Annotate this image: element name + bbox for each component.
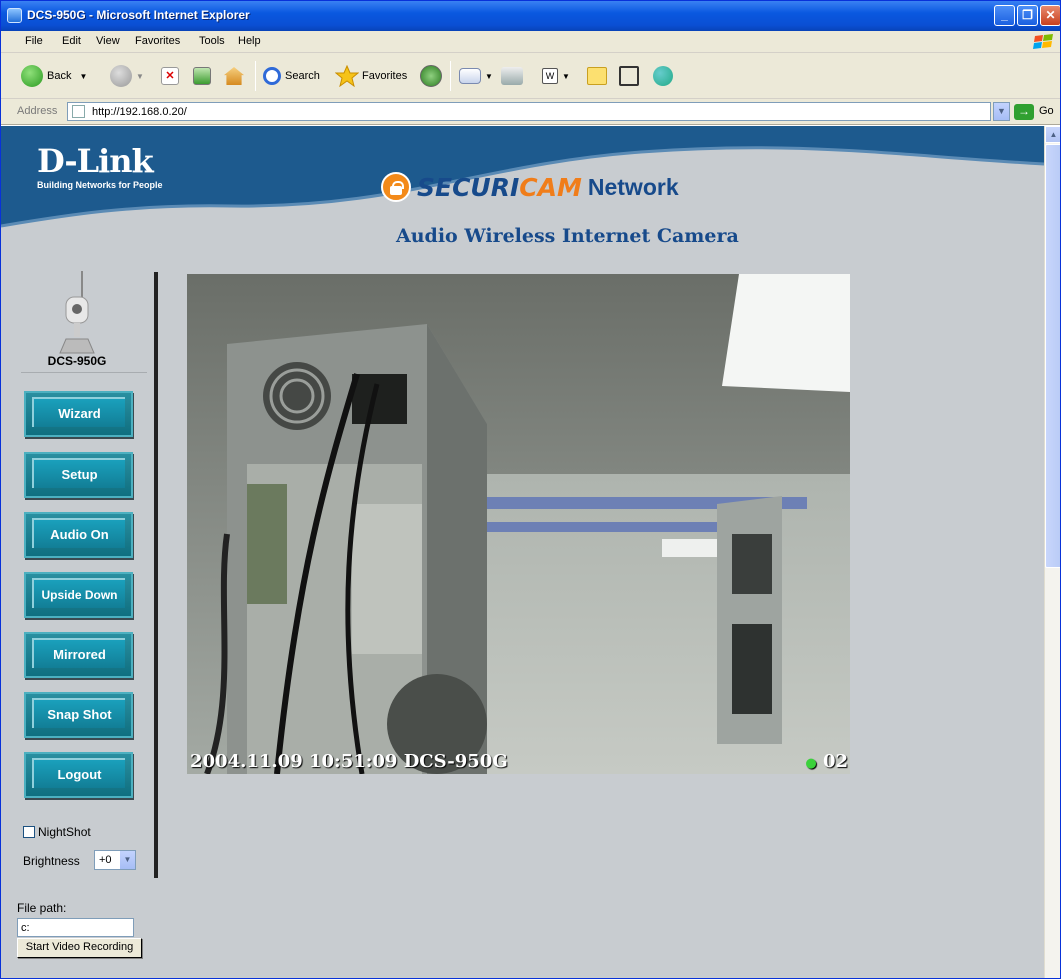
history-icon [420,65,442,87]
search-icon [263,67,281,85]
setup-button[interactable]: Setup [24,452,133,498]
ie-window: DCS-950G - Microsoft Internet Explorer _… [0,0,1061,979]
search-button[interactable]: Search [263,63,320,89]
history-button[interactable] [420,63,446,89]
vertical-scrollbar[interactable]: ▲ [1044,126,1060,978]
mirrored-button[interactable]: Mirrored [24,632,133,678]
address-dropdown-button[interactable]: ▼ [993,102,1010,121]
securicam-logo: SECURICAM Network [381,172,679,202]
menu-file[interactable]: File [25,35,43,47]
address-bar: Address http://192.168.0.20/ ▼ → Go [1,99,1060,125]
file-path-label: File path: [17,901,67,915]
start-video-recording-button[interactable]: Start Video Recording [17,938,142,958]
discuss-button[interactable] [587,63,611,89]
wizard-button[interactable]: Wizard [24,391,133,437]
user-icon: ● [805,756,817,771]
favorites-button[interactable]: Favorites [335,63,407,89]
camera-model: DCS-950G [47,354,107,368]
upside-down-button[interactable]: Upside Down [24,572,133,618]
go-arrow-icon[interactable]: → [1014,104,1034,120]
menu-view[interactable]: View [96,35,120,47]
brightness-label: Brightness [23,854,80,868]
favorites-star-icon [335,65,359,87]
mail-icon [459,68,481,84]
dlink-tagline: Building Networks for People [37,180,163,190]
menu-favorites[interactable]: Favorites [135,35,180,47]
address-input[interactable]: http://192.168.0.20/ [67,102,991,121]
title-bar: DCS-950G - Microsoft Internet Explorer _… [1,1,1060,31]
stop-icon: ✕ [161,67,179,85]
close-button[interactable]: ✕ [1040,5,1060,26]
back-button[interactable]: Back ▼ [21,63,87,89]
camera-page: D-Link Building Networks for People SECU… [1,126,1044,978]
standard-toolbar: Back ▼ ▼ ✕ Search Favorites ▼ W ▼ [1,53,1060,99]
address-label: Address [17,105,58,117]
maximize-button[interactable]: ❐ [1017,5,1038,26]
messenger-icon [653,66,673,86]
home-button[interactable] [224,63,248,89]
page-icon [72,105,85,118]
windows-logo-icon [1033,34,1053,49]
refresh-button[interactable] [193,63,215,89]
dlink-logo: D-Link [37,142,154,180]
audio-on-button[interactable]: Audio On [24,512,133,558]
checkbox-box[interactable] [23,826,35,838]
edit-word-button[interactable]: W ▼ [542,63,570,89]
video-timestamp: 2004.11.09 10:51:09 DCS-950G [190,751,508,772]
print-button[interactable] [501,63,527,89]
research-icon [619,66,639,86]
camera-scene [187,274,850,774]
stop-button[interactable]: ✕ [161,63,183,89]
forward-arrow-icon [110,65,132,87]
mail-button[interactable]: ▼ [459,63,493,89]
video-user-count: ● 02 [805,751,848,772]
brightness-select[interactable]: +0 ▼ [94,850,136,870]
window-title: DCS-950G - Microsoft Internet Explorer [27,8,250,22]
menu-bar: File Edit View Favorites Tools Help [1,31,1060,53]
scroll-up-button[interactable]: ▲ [1045,126,1060,143]
logout-button[interactable]: Logout [24,752,133,798]
sidebar-divider [154,272,158,878]
home-icon [224,67,244,85]
messenger-button[interactable] [653,63,677,89]
print-icon [501,67,523,85]
notes-icon [587,67,607,85]
minimize-button[interactable]: _ [994,5,1015,26]
lock-icon [381,172,411,202]
menu-tools[interactable]: Tools [199,35,225,47]
file-path-input[interactable]: c: [17,918,134,937]
chevron-down-icon[interactable]: ▼ [120,851,135,869]
back-arrow-icon [21,65,43,87]
snap-shot-button[interactable]: Snap Shot [24,692,133,738]
nightshot-checkbox[interactable]: NightShot [23,825,91,839]
menu-edit[interactable]: Edit [62,35,81,47]
menu-help[interactable]: Help [238,35,261,47]
live-video-feed: 2004.11.09 10:51:09 DCS-950G ● 02 [187,274,850,774]
scroll-thumb[interactable] [1045,144,1060,568]
camera-icon [59,271,95,354]
forward-button[interactable]: ▼ [110,63,144,89]
ie-app-icon [7,8,22,23]
go-button[interactable]: Go [1039,105,1054,117]
refresh-icon [193,67,211,85]
product-subtitle: Audio Wireless Internet Camera [396,225,739,247]
research-button[interactable] [619,63,643,89]
word-icon: W [542,68,558,84]
